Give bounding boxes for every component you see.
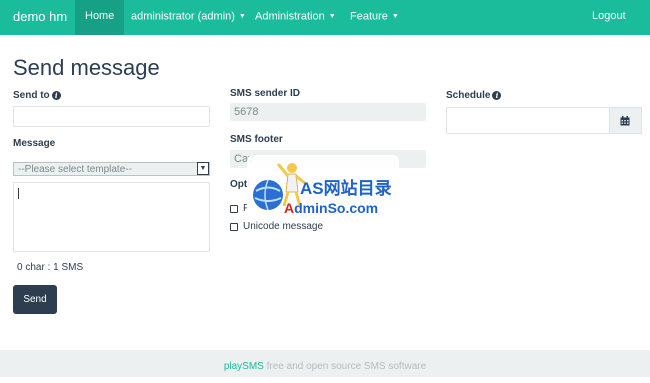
logout-label: Logout xyxy=(592,10,626,22)
caret-down-icon: ▼ xyxy=(391,13,399,20)
unicode-message-label: Unicode message xyxy=(243,221,324,232)
schedule-label: Schedule i xyxy=(446,90,502,101)
brand-link[interactable]: demo hm xyxy=(13,0,67,35)
send-to-label-text: Send to xyxy=(13,90,50,101)
nav-item-user-menu[interactable]: administrator (admin) ▼ xyxy=(121,0,256,35)
nav-item-feature[interactable]: Feature ▼ xyxy=(340,0,409,35)
template-select[interactable]: --Please select template-- ▼ xyxy=(13,162,210,176)
schedule-label-text: Schedule xyxy=(446,90,491,101)
caret-down-icon: ▼ xyxy=(328,13,336,20)
watermark-line2-red: A xyxy=(284,200,295,216)
nav-item-user-menu-label: administrator (admin) xyxy=(131,10,235,23)
send-to-label: Send to i xyxy=(13,90,61,101)
top-navbar: demo hm Home administrator (admin) ▼ Admi… xyxy=(0,0,650,35)
nav-item-feature-label: Feature xyxy=(350,10,388,23)
calendar-button[interactable] xyxy=(610,107,642,134)
nav-item-home-label: Home xyxy=(85,10,115,22)
sms-sender-id-field: 5678 xyxy=(230,103,426,121)
calendar-icon xyxy=(620,116,630,126)
info-circle-icon: i xyxy=(492,90,502,100)
send-button[interactable]: Send xyxy=(13,285,57,314)
footer-brand-link[interactable]: playSMS xyxy=(224,361,264,372)
sms-sender-id-label: SMS sender ID xyxy=(230,88,301,99)
message-label: Message xyxy=(13,138,56,149)
nav-item-administration[interactable]: Administration ▼ xyxy=(245,0,346,35)
footer-text: free and open source SMS software xyxy=(263,361,427,372)
flash-message-checkbox[interactable] xyxy=(230,205,238,213)
text-cursor xyxy=(18,188,19,199)
page-title: Send message xyxy=(13,55,160,80)
info-circle-icon: i xyxy=(51,90,61,100)
page-footer: playSMS free and open source SMS softwar… xyxy=(0,350,650,377)
template-select-value: --Please select template-- xyxy=(18,164,132,175)
nav-item-home[interactable]: Home xyxy=(75,0,125,35)
watermark-line2: AdminSo.com xyxy=(284,200,378,216)
chevron-down-icon[interactable]: ▼ xyxy=(197,162,209,175)
send-to-input[interactable] xyxy=(13,106,210,127)
watermark-line2-rest: dminSo.com xyxy=(294,200,379,216)
unicode-message-checkbox[interactable] xyxy=(230,223,238,231)
schedule-input[interactable] xyxy=(446,107,610,134)
char-counter: 0 char : 1 SMS xyxy=(17,262,84,273)
logout-link[interactable]: Logout xyxy=(582,0,636,35)
message-textarea[interactable] xyxy=(13,182,210,252)
nav-item-administration-label: Administration xyxy=(255,10,325,23)
watermark-line1: AS网站目录 xyxy=(300,179,392,198)
sms-footer-label: SMS footer xyxy=(230,134,283,145)
